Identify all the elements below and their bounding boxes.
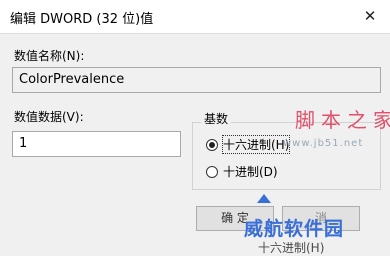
title-bar: 编辑 DWORD (32 位)值 ✕: [0, 0, 390, 34]
radio-unchecked-icon: [206, 165, 218, 178]
value-name-label: 数值名称(N):: [14, 49, 85, 63]
watermark-site-name: 脚本之家: [295, 108, 390, 132]
radio-decimal-label: 十进制(D): [223, 165, 278, 179]
radio-decimal[interactable]: 十进制(D): [206, 163, 278, 180]
ghost-hexadecimal-label: 十六进制(H): [258, 241, 325, 255]
radio-hexadecimal-label: 十六进制(H): [221, 135, 291, 154]
watermark-bottom: 威航软件园: [244, 218, 345, 240]
pointer-cursor-icon: [257, 194, 271, 203]
window-title: 编辑 DWORD (32 位)值: [10, 12, 154, 27]
base-group-title: 基数: [201, 110, 232, 127]
watermark-url: www.jb51.net: [283, 138, 364, 149]
radio-checked-icon: [206, 138, 218, 151]
value-data-input[interactable]: 1: [12, 131, 181, 157]
value-name-field[interactable]: ColorPrevalence: [12, 67, 381, 93]
radio-hexadecimal[interactable]: 十六进制(H): [206, 135, 291, 154]
value-data-label: 数值数据(V):: [14, 110, 84, 124]
close-icon[interactable]: ✕: [350, 0, 390, 33]
